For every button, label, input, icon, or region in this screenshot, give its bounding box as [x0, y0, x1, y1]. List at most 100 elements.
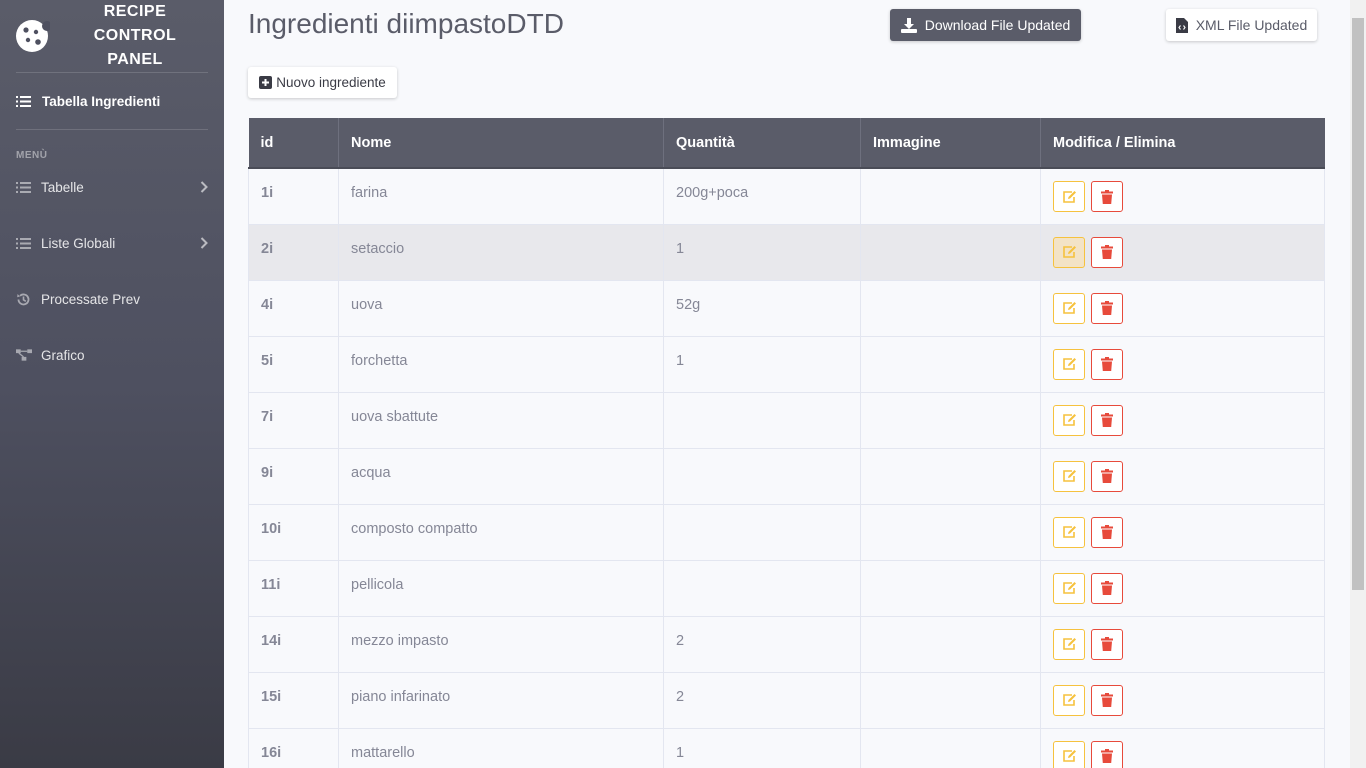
scrollbar[interactable] — [1350, 0, 1366, 768]
cell-immagine — [860, 391, 1041, 449]
cookie-icon — [16, 20, 50, 52]
sidebar-item-tabella-ingredienti[interactable]: Tabella Ingredienti — [0, 73, 224, 129]
trash-icon — [1101, 581, 1113, 595]
cell-actions — [1040, 559, 1325, 617]
cell-actions — [1040, 335, 1325, 393]
row-actions — [1053, 684, 1312, 716]
column-header-actions[interactable]: Modifica / Elimina — [1040, 118, 1325, 169]
edit-button[interactable] — [1053, 236, 1085, 268]
new-ingredient-label: Nuovo ingrediente — [276, 75, 386, 90]
cell-actions — [1040, 503, 1325, 561]
row-actions — [1053, 292, 1312, 324]
edit-button[interactable] — [1053, 628, 1085, 660]
delete-button[interactable] — [1091, 740, 1123, 768]
row-actions — [1053, 236, 1312, 268]
list-icon — [16, 181, 32, 194]
cell-quantita: 2 — [663, 671, 861, 729]
table-row[interactable]: 5i forchetta 1 — [248, 335, 1325, 393]
download-file-button[interactable]: Download File Updated — [890, 9, 1081, 41]
sidebar-item-processate-prev[interactable]: Processate Prev — [0, 271, 224, 327]
sidebar-item-tabelle[interactable]: Tabelle — [0, 159, 224, 215]
brand[interactable]: RECIPE CONTROL PANEL — [0, 0, 224, 72]
edit-icon — [1062, 246, 1076, 258]
table-row[interactable]: 7i uova sbattute — [248, 391, 1325, 449]
cell-actions — [1040, 671, 1325, 729]
edit-button[interactable] — [1053, 292, 1085, 324]
edit-button[interactable] — [1053, 404, 1085, 436]
brand-title: RECIPE CONTROL PANEL — [50, 0, 224, 72]
scrollbar-thumb[interactable] — [1352, 18, 1364, 590]
table-row[interactable]: 15i piano infarinato 2 — [248, 671, 1325, 729]
delete-button[interactable] — [1091, 236, 1123, 268]
cell-id: 14i — [248, 615, 339, 673]
cell-nome: acqua — [338, 447, 664, 505]
trash-icon — [1101, 637, 1113, 651]
delete-button[interactable] — [1091, 628, 1123, 660]
delete-button[interactable] — [1091, 181, 1123, 212]
edit-button[interactable] — [1053, 684, 1085, 716]
file-code-icon — [1175, 17, 1188, 33]
delete-button[interactable] — [1091, 348, 1123, 380]
edit-icon — [1062, 470, 1076, 482]
row-actions — [1053, 628, 1312, 660]
new-ingredient-button[interactable]: Nuovo ingrediente — [248, 67, 397, 98]
edit-button[interactable] — [1053, 740, 1085, 768]
sidebar-item-grafico[interactable]: Grafico — [0, 327, 224, 383]
table-row[interactable]: 2i setaccio 1 — [248, 223, 1325, 281]
trash-icon — [1101, 357, 1113, 371]
table-row[interactable]: 11i pellicola — [248, 559, 1325, 617]
cell-nome: forchetta — [338, 335, 664, 393]
cell-nome: uova — [338, 279, 664, 337]
row-actions — [1053, 348, 1312, 380]
brand-line-3: PANEL — [107, 51, 163, 68]
row-actions — [1053, 572, 1312, 604]
delete-button[interactable] — [1091, 460, 1123, 492]
column-header-nome[interactable]: Nome — [338, 118, 664, 169]
table-row[interactable]: 1i farina 200g+poca — [248, 167, 1325, 225]
delete-button[interactable] — [1091, 516, 1123, 548]
edit-button[interactable] — [1053, 460, 1085, 492]
edit-icon — [1062, 750, 1076, 762]
ingredients-table: id Nome Quantità Immagine Modifica / Eli… — [248, 118, 1325, 768]
table-header-row: id Nome Quantità Immagine Modifica / Eli… — [248, 118, 1325, 169]
download-file-label: Download File Updated — [924, 17, 1071, 33]
table-row[interactable]: 14i mezzo impasto 2 — [248, 615, 1325, 673]
delete-button[interactable] — [1091, 684, 1123, 716]
column-header-quantita[interactable]: Quantità — [663, 118, 861, 169]
edit-icon — [1062, 190, 1076, 203]
cell-quantita: 1 — [663, 727, 861, 768]
table-row[interactable]: 4i uova 52g — [248, 279, 1325, 337]
xml-file-button[interactable]: XML File Updated — [1166, 9, 1317, 41]
edit-button[interactable] — [1053, 572, 1085, 604]
delete-button[interactable] — [1091, 292, 1123, 324]
cell-quantita: 1 — [663, 223, 861, 281]
cell-quantita — [663, 559, 861, 617]
sidebar-item-liste-globali[interactable]: Liste Globali — [0, 215, 224, 271]
cell-quantita: 2 — [663, 615, 861, 673]
cell-immagine — [860, 335, 1041, 393]
row-actions — [1053, 516, 1312, 548]
edit-button[interactable] — [1053, 516, 1085, 548]
cell-quantita — [663, 391, 861, 449]
table-row[interactable]: 9i acqua — [248, 447, 1325, 505]
cell-nome: setaccio — [338, 223, 664, 281]
column-header-id[interactable]: id — [248, 118, 339, 169]
column-header-immagine[interactable]: Immagine — [860, 118, 1041, 169]
delete-button[interactable] — [1091, 404, 1123, 436]
row-actions — [1053, 181, 1312, 212]
trash-icon — [1101, 189, 1113, 204]
cell-nome: pellicola — [338, 559, 664, 617]
cell-nome: farina — [338, 167, 664, 225]
edit-icon — [1062, 582, 1076, 594]
table-row[interactable]: 10i composto compatto — [248, 503, 1325, 561]
table-row[interactable]: 16i mattarello 1 — [248, 727, 1325, 768]
cell-actions — [1040, 391, 1325, 449]
history-icon — [16, 292, 32, 307]
trash-icon — [1101, 693, 1113, 707]
edit-button[interactable] — [1053, 181, 1085, 212]
edit-button[interactable] — [1053, 348, 1085, 380]
row-actions — [1053, 740, 1312, 768]
trash-icon — [1101, 525, 1113, 539]
cell-id: 15i — [248, 671, 339, 729]
delete-button[interactable] — [1091, 572, 1123, 604]
